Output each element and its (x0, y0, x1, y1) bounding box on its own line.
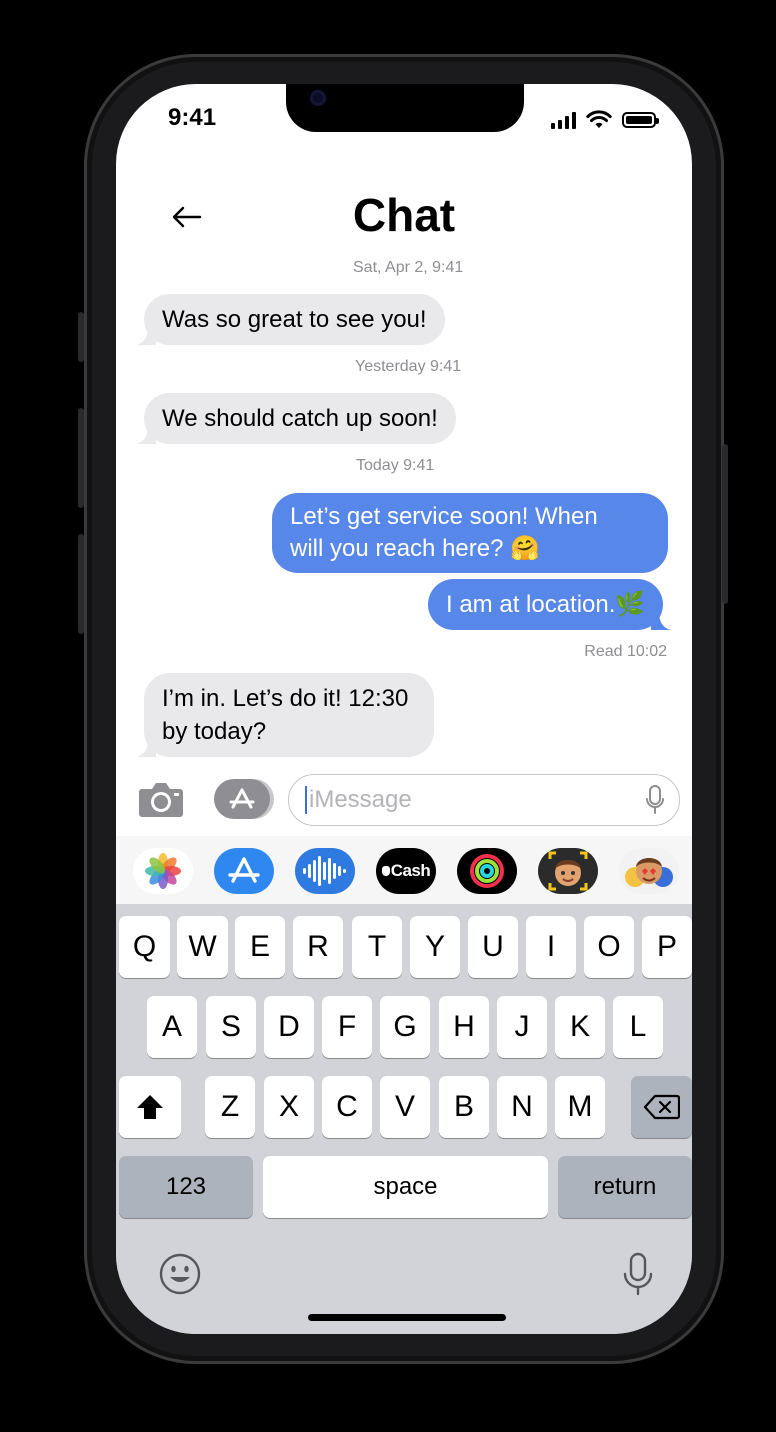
key-l[interactable]: L (613, 996, 663, 1058)
key-t[interactable]: T (352, 916, 402, 978)
key-j[interactable]: J (497, 996, 547, 1058)
home-indicator[interactable] (308, 1314, 506, 1321)
message-line: I’m in. Let’s do it! 12:30 (162, 685, 409, 712)
key-i[interactable]: I (526, 916, 576, 978)
key-b[interactable]: B (439, 1076, 489, 1138)
app-store-icon[interactable] (214, 848, 274, 894)
front-camera (310, 90, 326, 106)
incoming-message-bubble[interactable]: We should catch up soon! (136, 393, 456, 444)
key-v[interactable]: V (380, 1076, 430, 1138)
key-e[interactable]: E (235, 916, 285, 978)
key-q[interactable]: Q (119, 916, 170, 978)
cellular-signal-icon (551, 111, 576, 129)
key-r[interactable]: R (293, 916, 343, 978)
key-u[interactable]: U (468, 916, 518, 978)
notch (286, 84, 524, 132)
message-input-placeholder: iMessage (309, 786, 412, 813)
text-caret (305, 786, 307, 814)
key-k[interactable]: K (555, 996, 605, 1058)
dictation-button[interactable] (616, 1250, 660, 1298)
numbers-key[interactable]: 123 (119, 1156, 253, 1218)
activity-icon[interactable] (457, 848, 517, 894)
app-drawer-button[interactable] (214, 779, 270, 819)
message-text: Was so great to see you! (162, 306, 427, 333)
key-d[interactable]: D (264, 996, 314, 1058)
emoji-icon (159, 1253, 201, 1295)
shift-key[interactable] (119, 1076, 181, 1138)
keyboard: Cash Q W E R T Y U I O P A S D F G H J K… (116, 836, 692, 1334)
key-o[interactable]: O (584, 916, 634, 978)
return-key[interactable]: return (558, 1156, 692, 1218)
volume-down-button (78, 534, 84, 634)
key-x[interactable]: X (264, 1076, 314, 1138)
phone-screen: 9:41 Chat Sat, Apr 2, 9:41 Was so great … (116, 84, 692, 1334)
shift-icon (137, 1095, 163, 1119)
key-y[interactable]: Y (410, 916, 460, 978)
key-w[interactable]: W (177, 916, 228, 978)
emoji-button[interactable] (158, 1252, 202, 1296)
camera-icon (139, 783, 183, 817)
bubble-tail (136, 327, 156, 345)
message-line: Let’s get service soon! When (290, 503, 598, 530)
message-timestamp: Today 9:41 (356, 457, 435, 474)
key-a[interactable]: A (147, 996, 197, 1058)
bubble-tail (651, 612, 672, 630)
page-title: Chat (352, 189, 456, 241)
microphone-icon (623, 1252, 653, 1296)
status-icons (551, 110, 659, 130)
message-timestamp: Sat, Apr 2, 9:41 (353, 259, 464, 276)
apple-cash-label: Cash (390, 861, 431, 880)
message-input[interactable]: iMessage (288, 774, 680, 826)
audio-message-icon[interactable] (295, 848, 355, 894)
key-f[interactable]: F (322, 996, 372, 1058)
key-h[interactable]: H (439, 996, 489, 1058)
battery-icon (622, 112, 659, 128)
imessage-app-strip: Cash (116, 836, 692, 904)
key-c[interactable]: C (322, 1076, 372, 1138)
bubble-tail (136, 739, 156, 757)
volume-up-button (78, 408, 84, 508)
apple-cash-icon[interactable]: Cash (376, 848, 436, 894)
message-line: will you reach here? 🤗 (290, 535, 540, 562)
message-text: We should catch up soon! (162, 405, 438, 432)
incoming-message-bubble[interactable]: Was so great to see you! (136, 294, 445, 345)
memoji-icon[interactable] (538, 848, 598, 894)
key-p[interactable]: P (642, 916, 692, 978)
key-s[interactable]: S (206, 996, 256, 1058)
message-text: I am at location.🌿 (446, 591, 646, 618)
bubble-tail (136, 426, 156, 444)
status-time: 9:41 (168, 104, 217, 131)
message-line: by today? (162, 718, 267, 745)
key-g[interactable]: G (380, 996, 430, 1058)
key-n[interactable]: N (497, 1076, 547, 1138)
dictation-mic-icon[interactable] (645, 785, 665, 815)
key-z[interactable]: Z (205, 1076, 255, 1138)
app-store-icon (229, 788, 255, 809)
backspace-icon (643, 1094, 680, 1120)
message-timestamp: Yesterday 9:41 (355, 358, 462, 375)
photos-icon[interactable] (133, 848, 193, 894)
power-button (722, 444, 728, 604)
outgoing-message-bubble[interactable]: I am at location.🌿 (428, 579, 672, 630)
incoming-message-bubble[interactable]: I’m in. Let’s do it! 12:30 by today? (136, 673, 434, 757)
memoji-stickers-icon[interactable] (619, 848, 679, 894)
space-key[interactable]: space (263, 1156, 548, 1218)
outgoing-message-bubble[interactable]: Let’s get service soon! When will you re… (272, 493, 668, 573)
read-receipt: Read 10:02 (584, 643, 667, 660)
camera-button[interactable] (136, 774, 186, 824)
apple-logo-icon (381, 866, 390, 876)
silent-switch (78, 312, 84, 362)
wifi-icon (586, 110, 612, 128)
key-m[interactable]: M (555, 1076, 605, 1138)
delete-key[interactable] (631, 1076, 692, 1138)
